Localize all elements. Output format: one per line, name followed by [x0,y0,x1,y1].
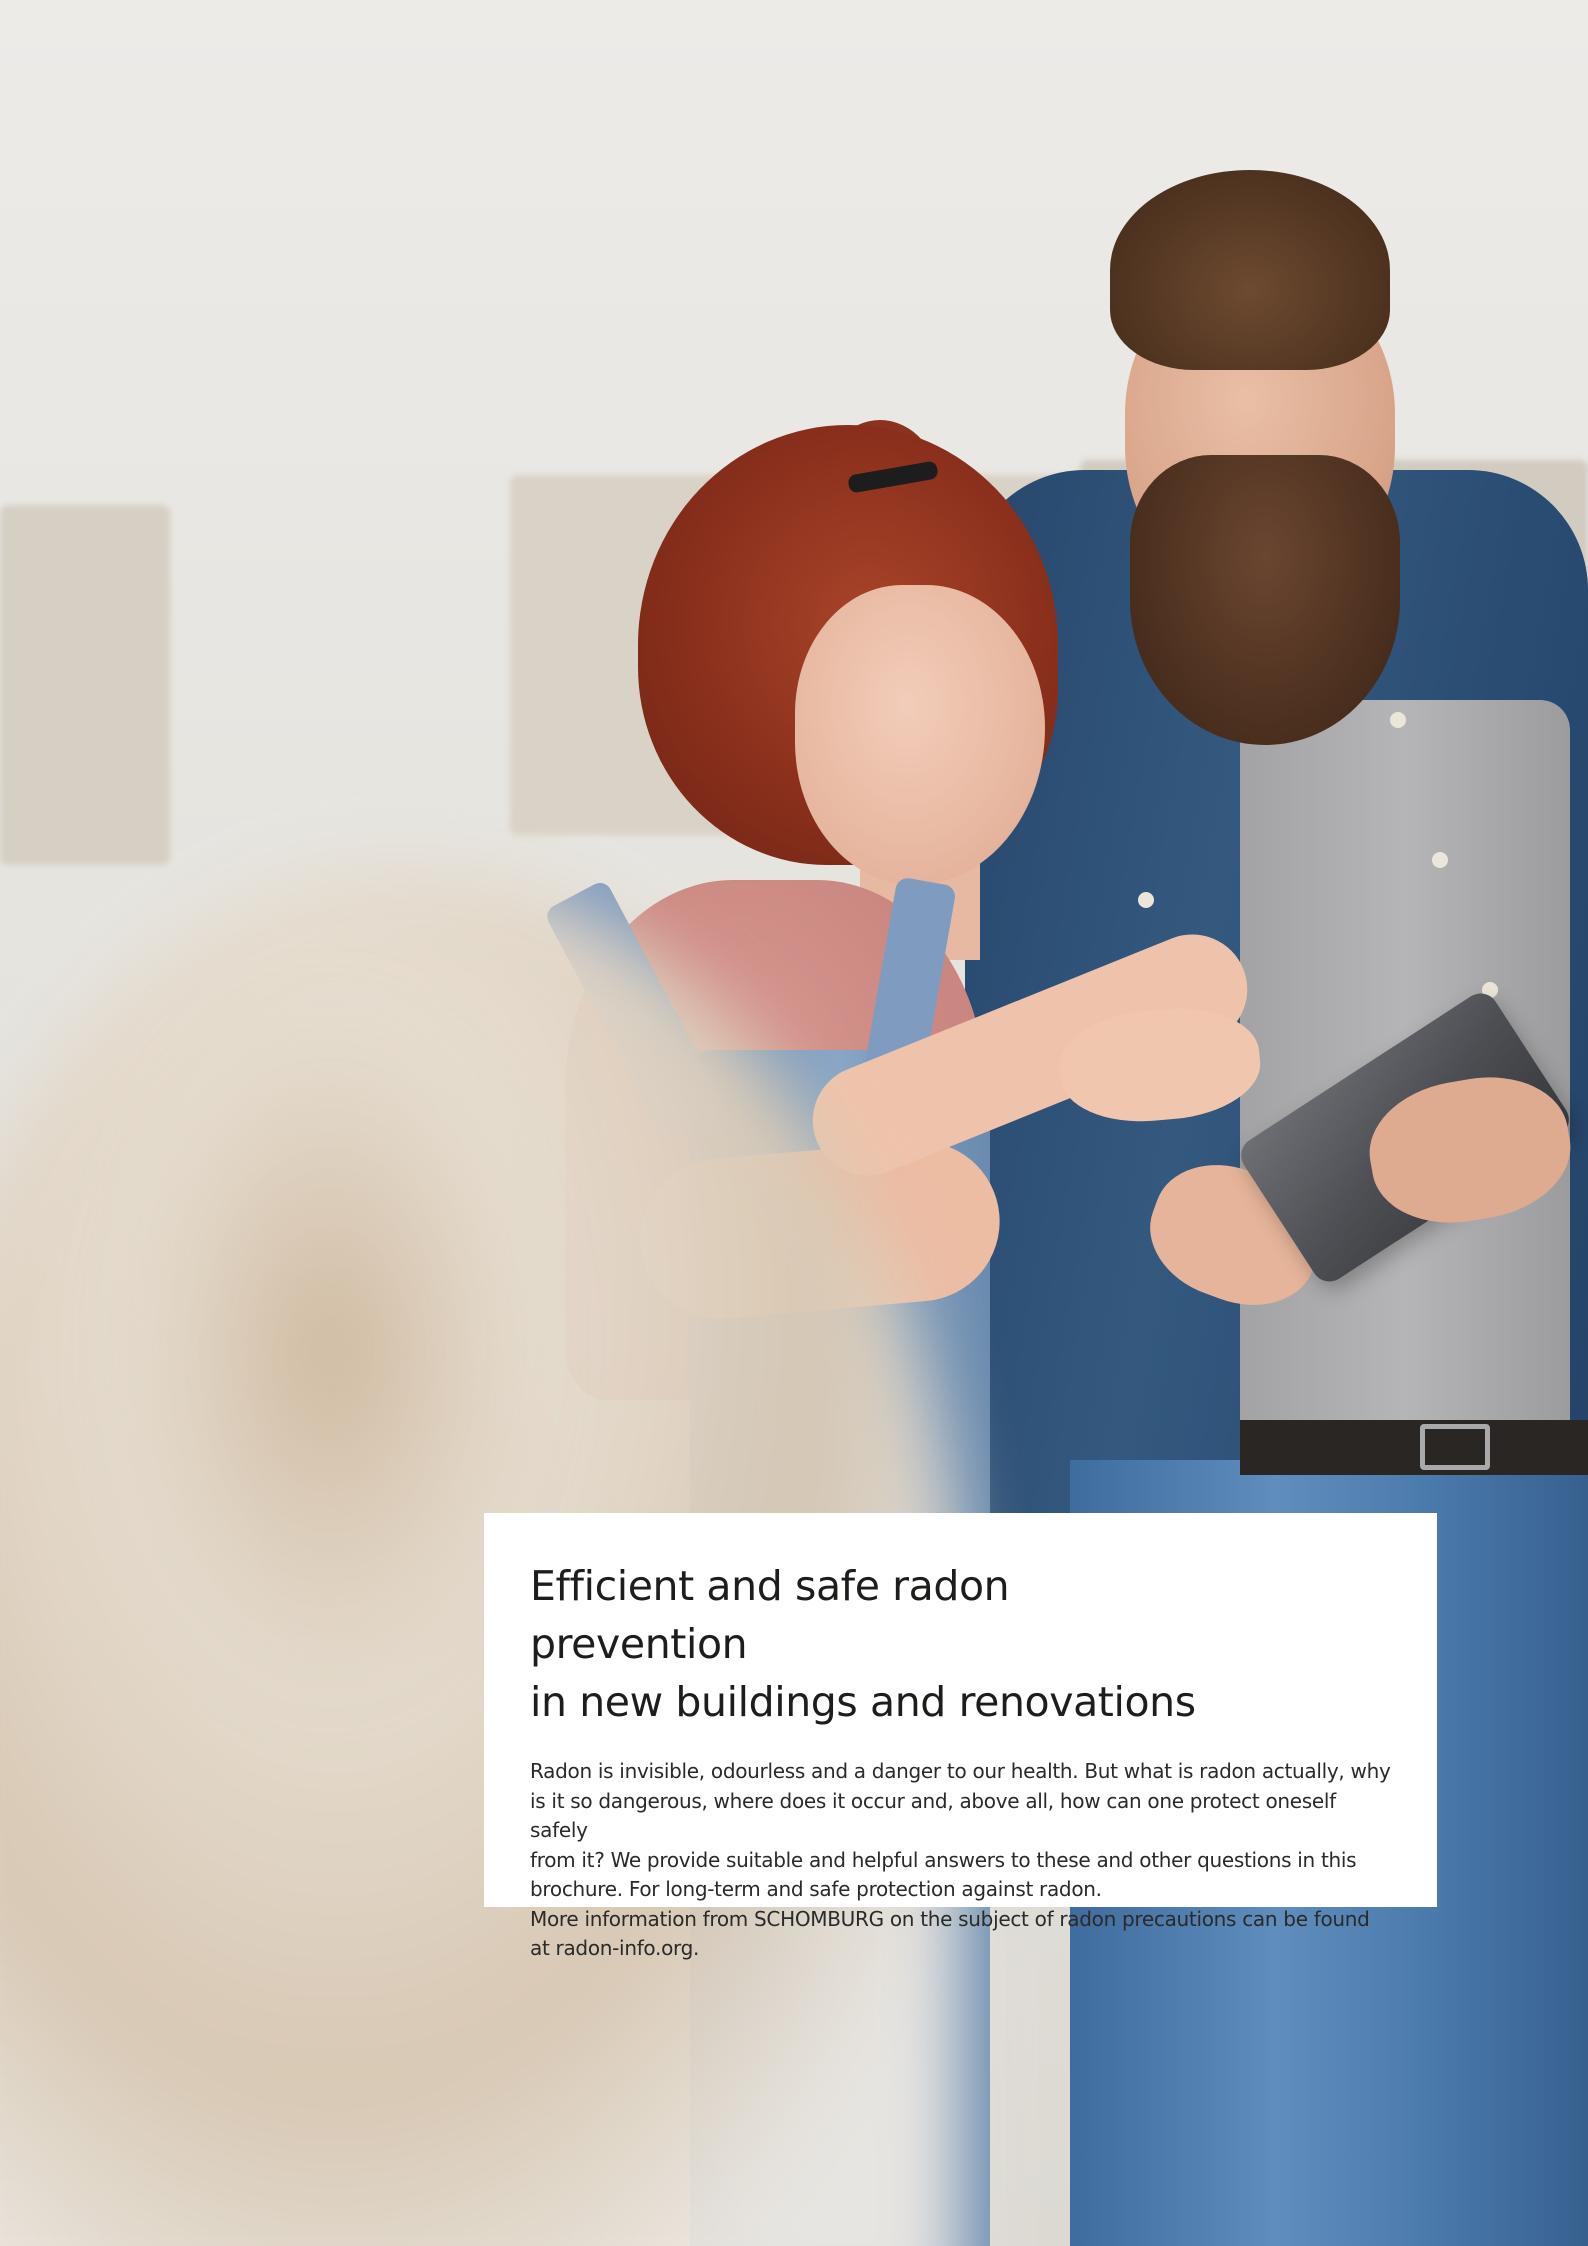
belt-buckle [1420,1424,1490,1470]
paragraph-line: More information from SCHOMBURG on the s… [530,1906,1370,1931]
paragraph-line: from it? We provide suitable and helpful… [530,1847,1357,1872]
paragraph-line: at radon-info.org. [530,1936,700,1960]
headline-line: Efficient and safe radon prevention [530,1562,1010,1668]
paragraph-line: Radon is invisible, odourless and a dang… [530,1759,1391,1783]
paragraph-line: is it so dangerous, where does it occur … [530,1788,1336,1843]
man-beard [1130,455,1400,745]
wall-plaster-patch [0,505,170,865]
shirt-button [1432,852,1448,868]
shirt-button [1390,712,1406,728]
paragraph-line: brochure. For long-term and safe protect… [530,1877,1102,1901]
headline-line: in new buildings and renovations [530,1678,1196,1726]
man-hair [1110,170,1390,370]
shirt-button [1138,892,1154,908]
brochure-headline: Efficient and safe radon prevention in n… [530,1557,1230,1731]
intro-paragraph: Radon is invisible, odourless and a dang… [530,1757,1393,1964]
man-belt [1240,1420,1588,1475]
intro-text-card: Efficient and safe radon prevention in n… [484,1513,1437,1960]
blurred-foreground-object [120,1000,540,1700]
